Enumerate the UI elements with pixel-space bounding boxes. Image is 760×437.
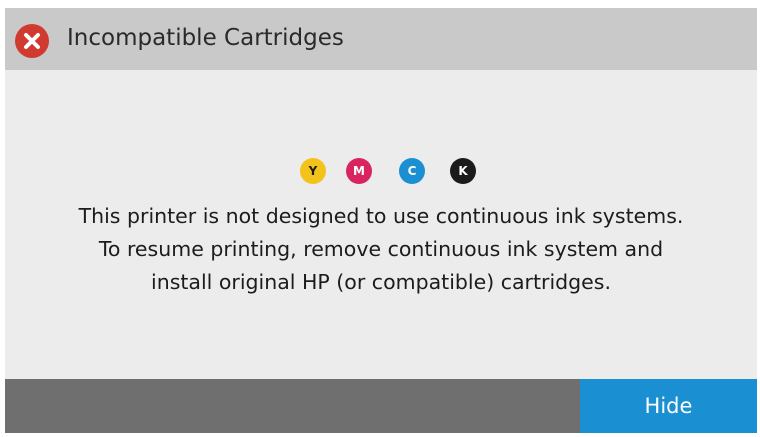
dialog-footer: Hide [5,379,757,433]
cartridge-black-icon: K [450,158,476,184]
message-line-3: install original HP (or compatible) cart… [151,270,611,294]
dialog-title-bar: Incompatible Cartridges [5,8,757,70]
printer-dialog: Incompatible Cartridges Y M C K This pri… [5,8,757,433]
cartridge-cyan-icon: C [399,158,425,184]
dialog-title: Incompatible Cartridges [67,25,344,51]
dialog-message: This printer is not designed to use cont… [5,200,757,299]
message-line-1: This printer is not designed to use cont… [78,204,684,228]
hide-button[interactable]: Hide [580,379,757,433]
cartridge-yellow-icon: Y [300,158,326,184]
cartridge-magenta-icon: M [346,158,372,184]
cartridge-icons: Y M C K [300,158,480,188]
message-line-2: To resume printing, remove continuous in… [98,237,664,261]
error-x-icon [15,24,49,58]
